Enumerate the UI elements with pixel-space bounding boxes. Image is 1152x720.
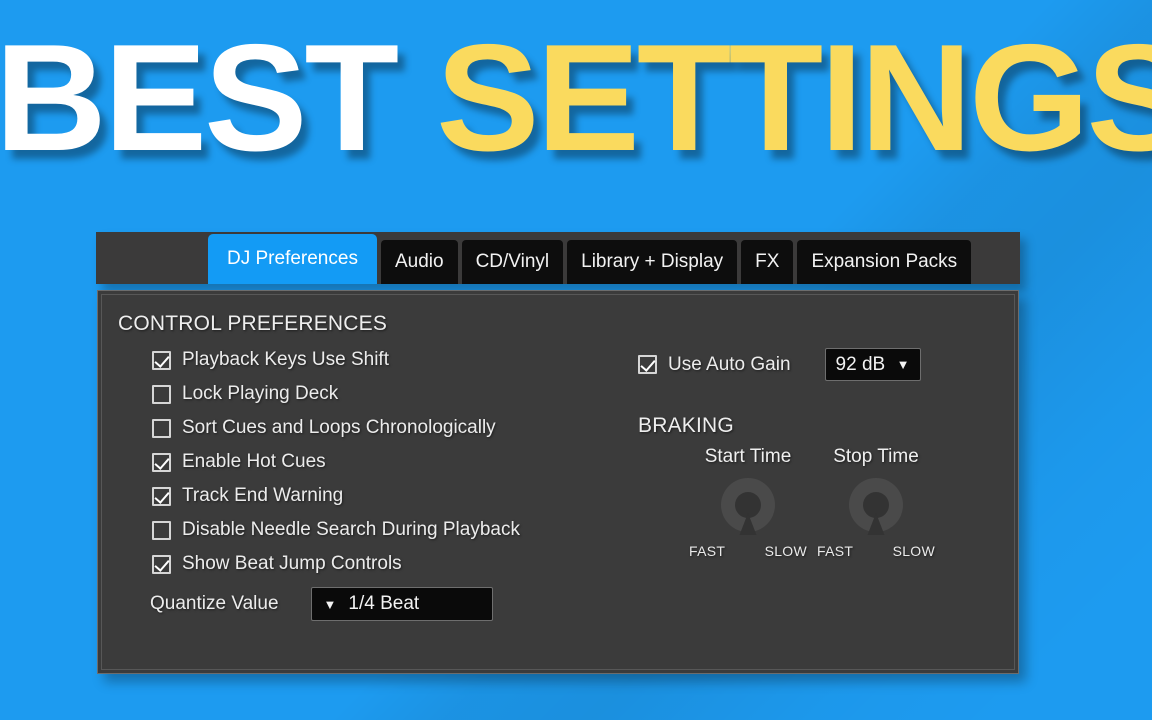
- checkbox-playback-keys-use-shift[interactable]: [152, 350, 171, 370]
- checkbox-row-lock-playing-deck[interactable]: Lock Playing Deck: [152, 383, 338, 405]
- checkbox-label: Show Beat Jump Controls: [182, 553, 402, 574]
- chevron-down-icon: ▼: [323, 596, 337, 612]
- stop-time-knob[interactable]: [849, 478, 903, 532]
- start-time-max-label: SLOW: [764, 543, 807, 559]
- checkbox-row-track-end-warning[interactable]: Track End Warning: [152, 485, 343, 507]
- checkbox-label: Disable Needle Search During Playback: [182, 519, 520, 540]
- tab-label: Audio: [394, 251, 444, 272]
- tab-expansion-packs[interactable]: Expansion Packs: [797, 240, 972, 284]
- tab-library-display[interactable]: Library + Display: [567, 240, 738, 284]
- tab-cd-vinyl[interactable]: CD/Vinyl: [461, 240, 564, 284]
- checkbox-track-end-warning[interactable]: [152, 486, 171, 506]
- checkbox-row-disable-needle-search-during-playback[interactable]: Disable Needle Search During Playback: [152, 519, 520, 541]
- chevron-down-icon: ▼: [896, 357, 910, 372]
- tab-bar: DJ Preferences Audio CD/Vinyl Library + …: [96, 232, 1020, 284]
- tab-label: Expansion Packs: [811, 251, 958, 272]
- stop-time-max-label: SLOW: [892, 543, 935, 559]
- checkbox-label: Sort Cues and Loops Chronologically: [182, 417, 496, 438]
- preferences-panel: CONTROL PREFERENCES Playback Keys Use Sh…: [97, 290, 1019, 674]
- tab-label: Library + Display: [581, 251, 724, 272]
- braking-start-time-group: Start Time FAST SLOW: [683, 446, 813, 559]
- checkbox-sort-cues-and-loops-chronologically[interactable]: [152, 418, 171, 438]
- braking-stop-time-group: Stop Time FAST SLOW: [811, 446, 941, 559]
- auto-gain-label: Use Auto Gain: [668, 353, 791, 375]
- checkbox-disable-needle-search-during-playback[interactable]: [152, 520, 171, 540]
- start-time-min-label: FAST: [689, 543, 726, 559]
- checkbox-label: Enable Hot Cues: [182, 451, 326, 472]
- checkbox-use-auto-gain[interactable]: [638, 355, 657, 374]
- quantize-value-selected: 1/4 Beat: [348, 593, 420, 614]
- checkbox-label: Track End Warning: [182, 485, 344, 506]
- auto-gain-row: Use Auto Gain 92 dB ▼: [638, 348, 921, 381]
- tab-label: CD/Vinyl: [475, 251, 550, 272]
- quantize-value-dropdown[interactable]: ▼ 1/4 Beat: [310, 587, 493, 621]
- control-preferences-heading: CONTROL PREFERENCES: [118, 312, 388, 335]
- headline-word-settings: SETTINGS: [436, 13, 1152, 183]
- tab-label: FX: [755, 251, 780, 272]
- checkbox-row-show-beat-jump-controls[interactable]: Show Beat Jump Controls: [152, 553, 402, 575]
- tab-label: DJ Preferences: [227, 248, 358, 269]
- tab-audio[interactable]: Audio: [380, 240, 458, 284]
- page-title: BEST SETTINGS: [0, 8, 1152, 188]
- start-time-knob[interactable]: [721, 478, 775, 532]
- checkbox-show-beat-jump-controls[interactable]: [152, 554, 171, 574]
- checkbox-lock-playing-deck[interactable]: [152, 384, 171, 404]
- stop-time-min-label: FAST: [817, 543, 854, 559]
- braking-heading: BRAKING: [638, 414, 734, 437]
- tab-dj-preferences[interactable]: DJ Preferences: [208, 234, 377, 284]
- start-time-label: Start Time: [704, 446, 792, 467]
- auto-gain-level-dropdown[interactable]: 92 dB ▼: [824, 348, 921, 381]
- checkbox-row-enable-hot-cues[interactable]: Enable Hot Cues: [152, 451, 326, 473]
- stop-time-scale: FAST SLOW: [811, 543, 941, 559]
- checkbox-label: Playback Keys Use Shift: [182, 349, 389, 370]
- checkbox-row-playback-keys-use-shift[interactable]: Playback Keys Use Shift: [152, 349, 389, 371]
- quantize-value-label: Quantize Value: [150, 593, 279, 614]
- tab-fx[interactable]: FX: [741, 240, 794, 284]
- stop-time-label: Stop Time: [833, 446, 919, 467]
- quantize-value-row: Quantize Value ▼ 1/4 Beat: [150, 587, 493, 621]
- start-time-scale: FAST SLOW: [683, 543, 813, 559]
- headline-word-best: BEST: [0, 13, 399, 183]
- checkbox-enable-hot-cues[interactable]: [152, 452, 171, 472]
- checkbox-row-sort-cues-and-loops-chronologically[interactable]: Sort Cues and Loops Chronologically: [152, 417, 496, 439]
- checkbox-label: Lock Playing Deck: [182, 383, 339, 404]
- auto-gain-selected-value: 92 dB: [835, 353, 886, 375]
